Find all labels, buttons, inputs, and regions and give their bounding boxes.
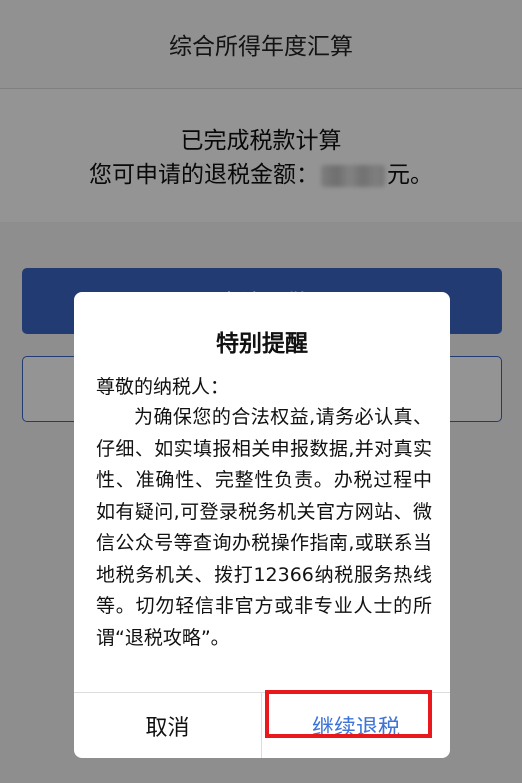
dialog-body: 为确保您的合法权益,请务必认真、仔细、如实填报相关申报数据,并对真实性、准确性、… — [96, 406, 432, 649]
continue-refund-button[interactable]: 继续退税 — [262, 693, 450, 758]
cancel-button[interactable]: 取消 — [74, 693, 261, 758]
special-reminder-dialog: 特别提醒 尊敬的纳税人： 为确保您的合法权益,请务必认真、仔细、如实填报相关申报… — [74, 292, 450, 758]
tax-refund-screen: 综合所得年度汇算 已完成税款计算 您可申请的退税金额：元。 申请退税 特别提醒 … — [0, 0, 522, 783]
dialog-title: 特别提醒 — [216, 331, 308, 357]
dialog-greeting: 尊敬的纳税人： — [96, 376, 230, 398]
